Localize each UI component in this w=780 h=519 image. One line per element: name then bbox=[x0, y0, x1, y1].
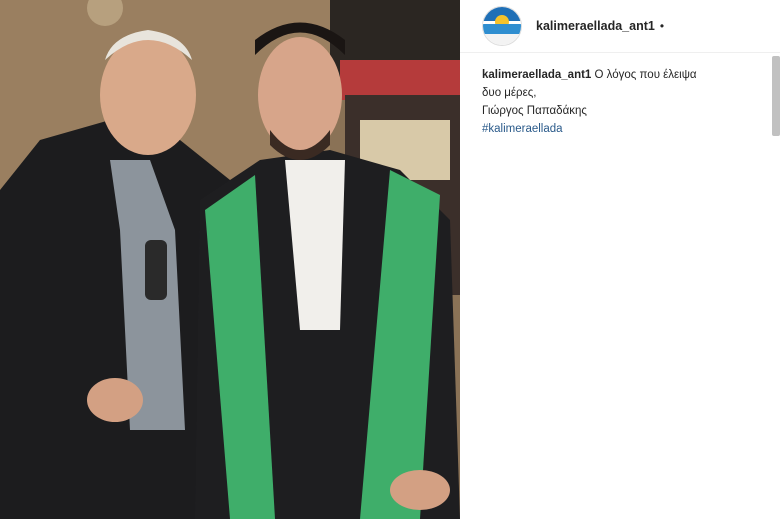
comments-scrollbar[interactable] bbox=[772, 56, 780, 136]
profile-avatar[interactable] bbox=[482, 6, 522, 46]
instagram-post: kalimeraellada_ant1 • kalimeraellada_ant… bbox=[0, 0, 780, 519]
brand-logo bbox=[483, 7, 521, 45]
photo-illustration bbox=[0, 0, 460, 519]
caption-username[interactable]: kalimeraellada_ant1 bbox=[482, 69, 591, 81]
post-side-panel: kalimeraellada_ant1 • kalimeraellada_ant… bbox=[460, 0, 780, 519]
username-link[interactable]: kalimeraellada_ant1 bbox=[536, 19, 655, 33]
caption-text-1: Ο λόγος που έλειψα bbox=[594, 69, 697, 81]
post-photo[interactable] bbox=[0, 0, 460, 519]
caption-block: kalimeraellada_ant1 Ο λόγος που έλειψα δ… bbox=[482, 66, 752, 138]
caption-line-3: Γιώργος Παπαδάκης bbox=[482, 105, 587, 117]
post-header: kalimeraellada_ant1 • bbox=[460, 0, 780, 53]
header-separator: • bbox=[659, 19, 665, 33]
caption-line-2: δυο μέρες, bbox=[482, 87, 537, 99]
caption-line-1: kalimeraellada_ant1 Ο λόγος που έλειψα bbox=[482, 66, 752, 84]
caption-hashtag[interactable]: #kalimeraellada bbox=[482, 120, 752, 138]
